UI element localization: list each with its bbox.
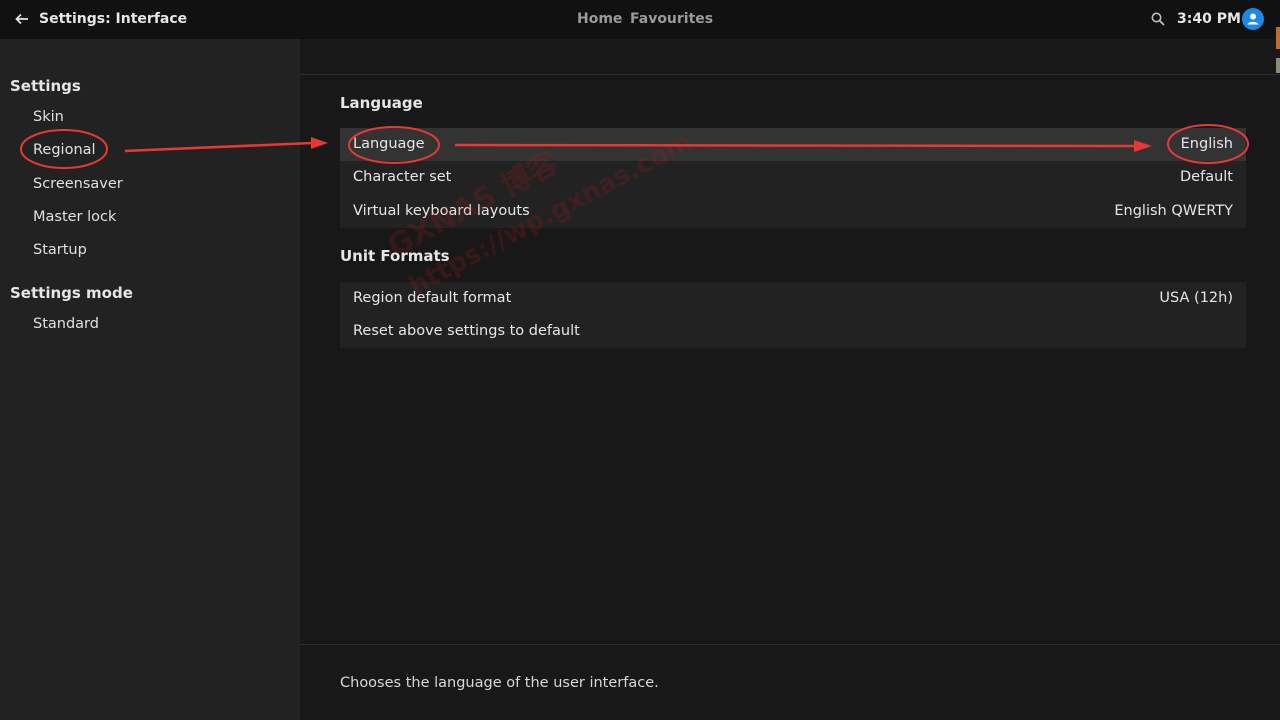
- divider: [300, 644, 1280, 645]
- setting-label: Reset above settings to default: [353, 323, 580, 339]
- setting-value: English QWERTY: [1114, 203, 1233, 219]
- section-title-language: Language: [340, 94, 423, 112]
- setting-label: Language: [353, 136, 425, 152]
- setting-row-region-format[interactable]: Region default format USA (12h): [340, 282, 1246, 315]
- setting-label: Region default format: [353, 290, 512, 306]
- back-arrow-icon[interactable]: [13, 10, 31, 28]
- section-title-unit-formats: Unit Formats: [340, 247, 450, 265]
- profile-avatar-icon[interactable]: [1242, 8, 1264, 30]
- edge-thumbnail: [1276, 27, 1280, 49]
- clock-time: 3:40 PM: [1177, 11, 1241, 27]
- settings-mode-selector[interactable]: Standard: [33, 316, 99, 332]
- setting-value: English: [1180, 136, 1233, 152]
- setting-description: Chooses the language of the user interfa…: [340, 675, 659, 691]
- edge-thumbnail: [1276, 58, 1280, 73]
- setting-value: Default: [1180, 169, 1233, 185]
- sidebar-heading-settings: Settings: [10, 77, 81, 95]
- setting-value: USA (12h): [1159, 290, 1233, 306]
- sidebar-item-regional[interactable]: Regional: [33, 142, 96, 158]
- setting-row-character-set[interactable]: Character set Default: [340, 161, 1246, 194]
- setting-row-keyboard-layouts[interactable]: Virtual keyboard layouts English QWERTY: [340, 195, 1246, 228]
- setting-label: Character set: [353, 169, 452, 185]
- divider: [300, 74, 1280, 75]
- sidebar-item-screensaver[interactable]: Screensaver: [33, 176, 123, 192]
- sidebar-heading-settings-mode: Settings mode: [10, 284, 133, 302]
- setting-label: Virtual keyboard layouts: [353, 203, 530, 219]
- sidebar-item-master-lock[interactable]: Master lock: [33, 209, 116, 225]
- top-bar: Settings: Interface Home Favourites 3:40…: [0, 0, 1280, 73]
- page-title: Settings: Interface: [39, 11, 188, 27]
- setting-row-reset-defaults[interactable]: Reset above settings to default: [340, 315, 1246, 348]
- setting-row-language[interactable]: Language English: [340, 128, 1246, 161]
- nav-favourites-link[interactable]: Favourites: [630, 11, 713, 27]
- arrow-head-icon: [311, 137, 328, 149]
- nav-home-link[interactable]: Home: [577, 11, 622, 27]
- sidebar-item-skin[interactable]: Skin: [33, 109, 64, 125]
- sidebar-item-startup[interactable]: Startup: [33, 242, 87, 258]
- user-icon: [1247, 13, 1259, 25]
- search-icon[interactable]: [1150, 11, 1166, 27]
